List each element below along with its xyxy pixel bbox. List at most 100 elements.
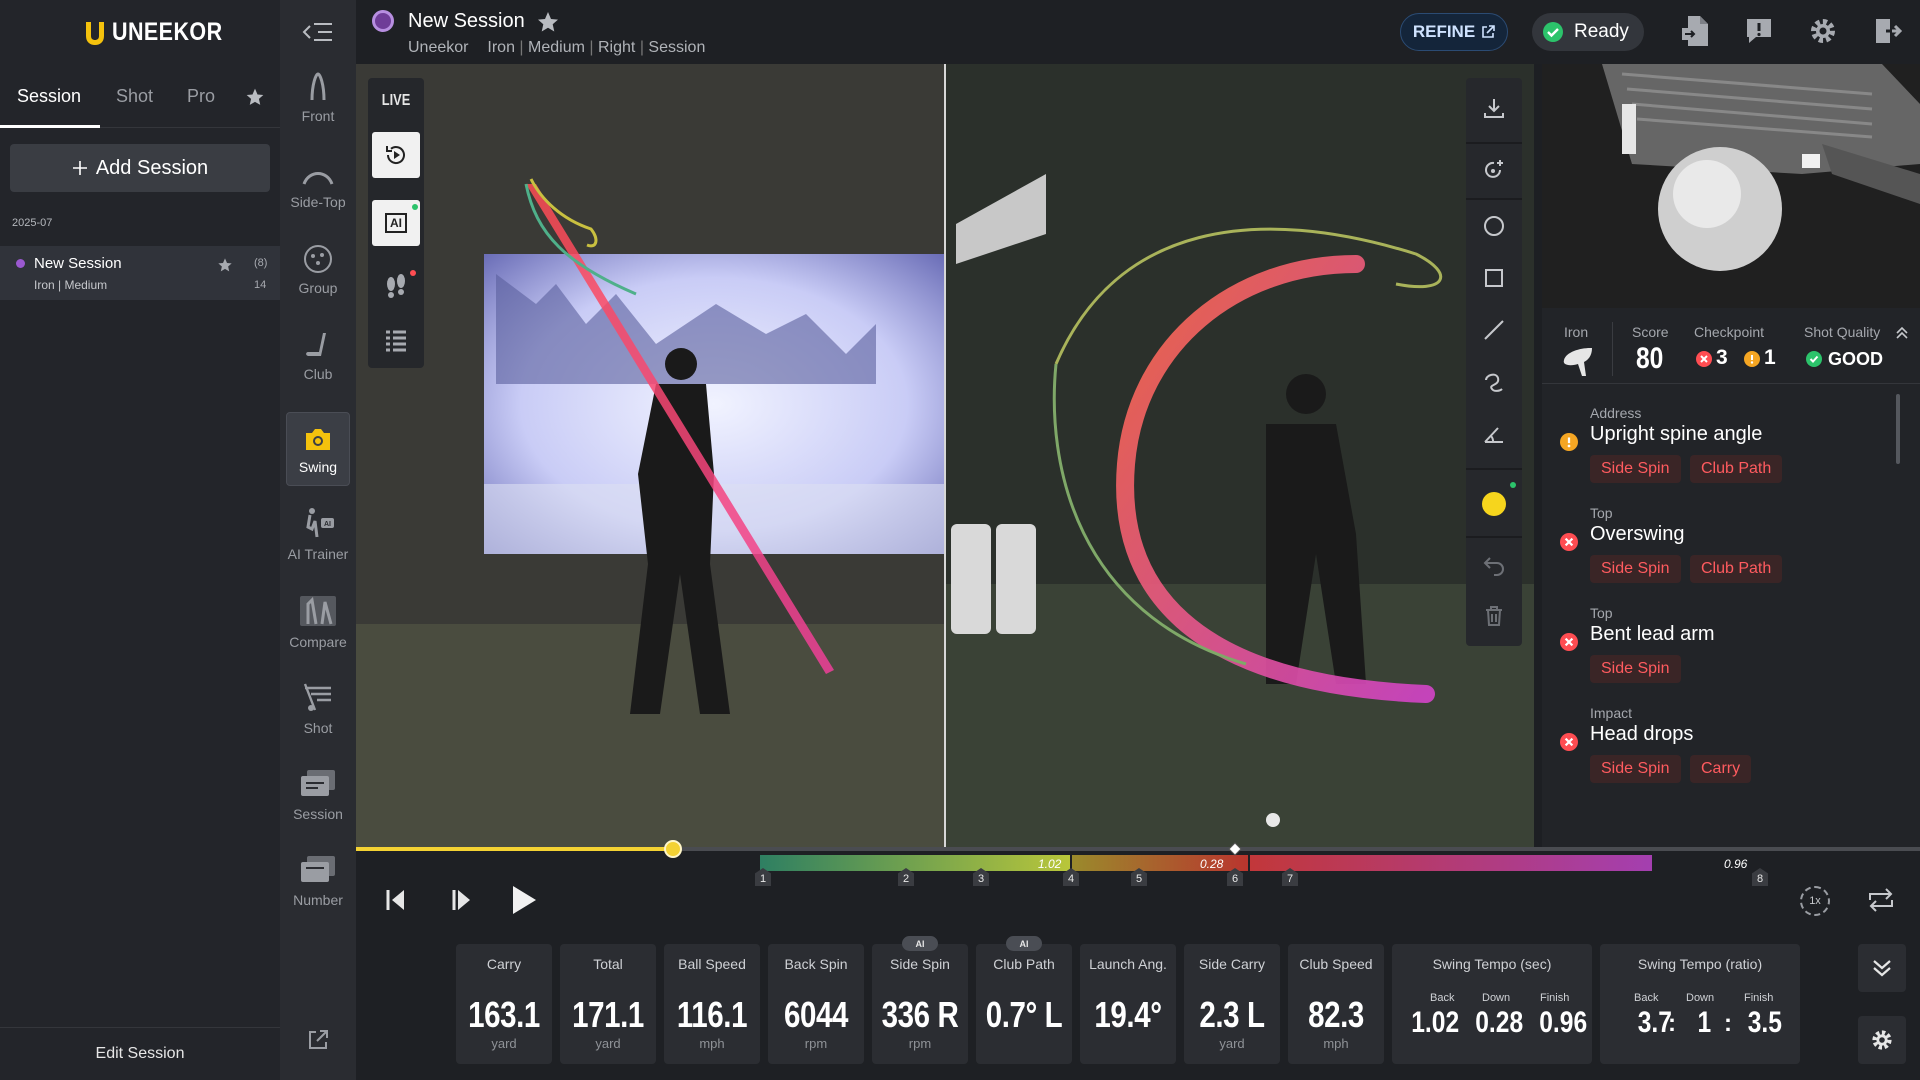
svg-text:AI: AI — [324, 521, 331, 528]
refine-button[interactable]: REFINE — [1400, 13, 1508, 51]
metrics-gear-icon — [1872, 1030, 1892, 1050]
rectangle-tool-icon[interactable] — [1482, 266, 1506, 290]
session-star-icon[interactable] — [217, 257, 233, 273]
list-view-icon[interactable] — [384, 328, 408, 352]
metric-card-side-spin[interactable]: AI Side Spin 336 R rpm — [872, 936, 968, 1064]
download-icon[interactable] — [1482, 96, 1506, 120]
edit-session-button[interactable]: Edit Session — [0, 1027, 280, 1080]
feedback-item[interactable]: Top Bent lead arm Side Spin — [1542, 605, 1902, 705]
scrub-handle[interactable] — [664, 840, 682, 858]
tag-chip[interactable]: Side Spin — [1590, 755, 1681, 783]
settings-gear-icon[interactable] — [1808, 16, 1838, 46]
curve-tool-icon[interactable] — [1482, 370, 1506, 394]
metric-card-total[interactable]: Total 171.1 yard — [560, 944, 656, 1064]
tag-chip[interactable]: Club Path — [1690, 555, 1783, 583]
rail-session[interactable]: Session — [286, 750, 350, 832]
feedback-item[interactable]: Top Overswing Side Spin Club Path — [1542, 505, 1902, 605]
playback-speed-button[interactable]: 1x — [1800, 886, 1830, 916]
play-icon[interactable] — [510, 884, 538, 916]
uneekor-logo: UNEEKOR — [84, 18, 241, 47]
replay-button[interactable] — [372, 132, 420, 178]
quality-good-icon — [1806, 351, 1822, 367]
tag-chip[interactable]: Club Path — [1690, 455, 1783, 483]
brand-name: UNEEKOR — [112, 18, 223, 46]
tab-pro[interactable]: Pro — [187, 86, 215, 107]
metrics-settings-button[interactable] — [1858, 1016, 1906, 1064]
metric-card-club-speed[interactable]: Club Speed 82.3 mph — [1288, 944, 1384, 1064]
drawing-tools-panel — [1466, 78, 1522, 646]
club-icon — [306, 333, 326, 356]
collapse-metrics-button[interactable] — [1858, 944, 1906, 992]
rail-front[interactable]: Front — [286, 60, 350, 134]
checkpoint-label: Checkpoint — [1694, 324, 1765, 340]
exit-icon[interactable] — [1872, 16, 1902, 46]
session-shot-count: (8) — [254, 257, 268, 269]
rail-compare[interactable]: Compare — [286, 578, 350, 660]
metric-card-club-path[interactable]: AI Club Path 0.7° L — [976, 936, 1072, 1064]
replay-icon — [386, 146, 405, 164]
footprints-icon[interactable] — [384, 272, 408, 300]
rail-swing[interactable]: Swing — [286, 412, 350, 486]
collapse-menu-icon[interactable] — [300, 18, 336, 46]
metric-card-back-spin[interactable]: Back Spin 6044 rpm — [768, 944, 864, 1064]
side-top-view-icon — [302, 172, 334, 185]
color-picker-swatch[interactable] — [1482, 492, 1506, 516]
report-issue-icon[interactable] — [1744, 16, 1774, 46]
feedback-item[interactable]: Impact Head drops Side Spin Carry — [1542, 705, 1902, 805]
circle-tool-icon[interactable] — [1482, 214, 1506, 238]
active-tab-indicator — [0, 125, 100, 128]
export-file-icon[interactable] — [1680, 14, 1712, 48]
metric-card-side-carry[interactable]: Side Carry 2.3 L yard — [1184, 944, 1280, 1064]
feedback-item[interactable]: Address Upright spine angle Side Spin Cl… — [1542, 405, 1902, 505]
undo-icon[interactable] — [1482, 552, 1506, 576]
metric-card-carry[interactable]: Carry 163.1 yard — [456, 944, 552, 1064]
ai-badge: AI — [1006, 936, 1042, 951]
tag-chip[interactable]: Side Spin — [1590, 655, 1681, 683]
angle-tool-icon[interactable] — [1482, 422, 1506, 446]
line-tool-icon[interactable] — [1482, 318, 1506, 342]
rail-side-top[interactable]: Side-Top — [286, 146, 350, 220]
title-star-icon[interactable] — [536, 10, 560, 34]
ai-analysis-button[interactable]: AI — [372, 200, 420, 246]
session-color-dot — [16, 259, 25, 268]
impact-marker-icon[interactable] — [1228, 842, 1242, 856]
rail-group[interactable]: Group — [286, 232, 350, 306]
metric-card-launch-angle[interactable]: Launch Ang. 19.4° — [1080, 944, 1176, 1064]
live-label: LIVE — [381, 92, 411, 109]
tempo-down-value: 0.28 — [1200, 857, 1224, 871]
number-icon — [301, 856, 335, 882]
tempo-finish-value: 0.96 — [1724, 857, 1748, 871]
rail-number[interactable]: Number — [286, 836, 350, 918]
delete-icon[interactable] — [1482, 604, 1506, 628]
shot-icon — [303, 683, 331, 711]
session-list-item[interactable]: New Session Iron | Medium (8) 14 — [0, 246, 280, 300]
loop-icon[interactable] — [1866, 886, 1896, 914]
session-number: 14 — [254, 279, 267, 291]
tab-shot[interactable]: Shot — [116, 86, 153, 107]
add-session-button[interactable]: Add Session — [10, 144, 270, 192]
session-icon — [301, 770, 335, 796]
step-forward-icon[interactable] — [450, 888, 472, 912]
sidebar-tabs: Session Shot Pro — [0, 78, 280, 128]
metric-card-tempo-ratio[interactable]: Swing Tempo (ratio) Back Down Finish 3.7… — [1600, 944, 1800, 1064]
session-breadcrumb: Uneekor Iron | Medium | Right | Session — [408, 39, 706, 56]
favorites-star-icon[interactable] — [245, 87, 265, 107]
metric-card-tempo-sec[interactable]: Swing Tempo (sec) Back Down Finish 1.02 … — [1392, 944, 1592, 1064]
tag-chip[interactable]: Side Spin — [1590, 455, 1681, 483]
error-x-icon — [1560, 533, 1578, 551]
rail-ai-trainer[interactable]: AI AI Trainer — [286, 490, 350, 572]
double-chevron-down-icon — [1873, 960, 1891, 977]
rail-shot[interactable]: Shot — [286, 664, 350, 746]
add-annotation-icon[interactable] — [1482, 158, 1506, 182]
error-x-icon — [1560, 633, 1578, 651]
rail-club[interactable]: Club — [286, 318, 350, 392]
external-link-icon[interactable] — [306, 1028, 330, 1052]
tag-chip[interactable]: Carry — [1690, 755, 1752, 783]
metric-card-ball-speed[interactable]: Ball Speed 116.1 mph — [664, 944, 760, 1064]
swing-video-area[interactable] — [356, 64, 1534, 848]
tab-session[interactable]: Session — [17, 86, 81, 107]
tag-chip[interactable]: Side Spin — [1590, 555, 1681, 583]
step-back-icon[interactable] — [384, 888, 406, 912]
collapse-chevron-icon[interactable] — [1894, 324, 1910, 340]
session-details: Iron | Medium — [34, 278, 108, 292]
